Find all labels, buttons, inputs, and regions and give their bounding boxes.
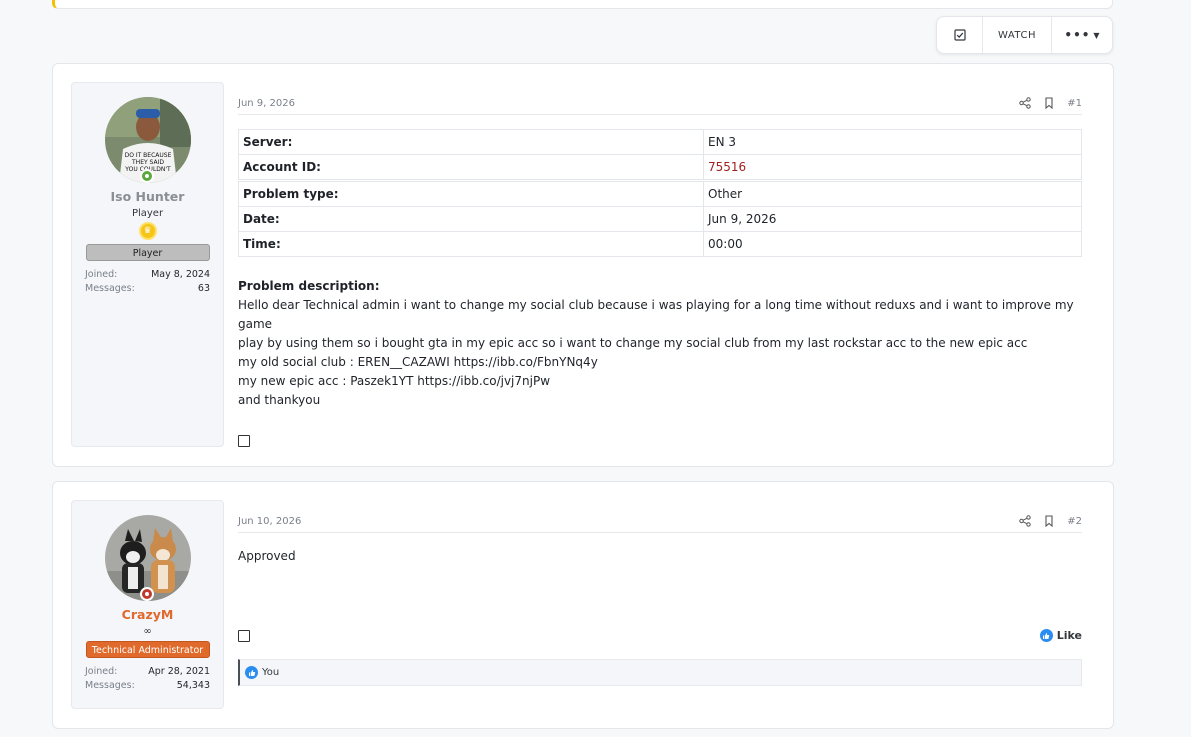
table-row: Problem type: Other [238,179,1082,207]
user-title: ∞ [143,626,152,637]
post-message: Approved [238,549,296,563]
svg-text:THEY SAID: THEY SAID [131,159,164,166]
thread-actions-bar: WATCH ••• ▼ [936,16,1113,54]
more-dots-icon: ••• [1064,28,1091,42]
joined-label: Joined: [85,666,118,677]
share-icon[interactable] [1019,515,1031,527]
username[interactable]: Iso Hunter [72,189,223,204]
share-icon[interactable] [1019,97,1031,109]
table-row: Time: 00:00 [238,231,1082,257]
table-value: Jun 9, 2026 [703,206,1082,232]
user-stats: Joined: Apr 28, 2021 Messages: 54,343 [85,666,210,691]
description-line: Hello dear Technical admin i want to cha… [238,298,1074,331]
bookmark-icon[interactable] [1043,515,1055,527]
username[interactable]: CrazyM [72,607,223,622]
table-value: EN 3 [703,129,1082,155]
like-button[interactable]: Like [1039,629,1082,642]
post-date[interactable]: Jun 10, 2026 [238,516,301,527]
messages-value[interactable]: 63 [198,283,210,294]
ticket-info-table: Server: EN 3 Account ID: 75516 Problem t… [238,129,1082,257]
post-footer: Like [238,629,1082,642]
joined-label: Joined: [85,269,118,280]
reactions-bar[interactable]: You [238,659,1082,686]
select-thread-button[interactable] [937,17,983,53]
description-title: Problem description: [238,279,380,293]
post-2: CrazyM ∞ Technical Administrator Joined:… [52,481,1114,729]
online-status-icon [139,169,154,183]
post-header: Jun 10, 2026 #2 [238,510,1082,533]
messages-value[interactable]: 54,343 [177,680,210,691]
user-card: CrazyM ∞ Technical Administrator Joined:… [71,500,224,709]
post-1: DO IT BECAUSE THEY SAID YOU COULDN'T Iso… [52,63,1114,467]
watch-button[interactable]: WATCH [983,17,1052,53]
table-value: 75516 [703,154,1082,181]
post-footer [238,432,1082,451]
thumbs-up-icon [1039,629,1053,642]
table-row: Account ID: 75516 [238,154,1082,181]
table-value: Other [703,179,1082,207]
joined-value: May 8, 2024 [151,269,210,280]
svg-text:DO IT BECAUSE: DO IT BECAUSE [124,152,171,159]
user-stats: Joined: May 8, 2024 Messages: 63 [85,269,210,294]
user-banner: Player [85,244,210,261]
post-header: Jun 9, 2026 #1 [238,92,1082,115]
user-title: Player [131,208,164,219]
user-banner: Technical Administrator [85,641,210,658]
description-line: play by using them so i bought gta in my… [238,336,1028,350]
post-body: Jun 10, 2026 #2 Approved Like You [238,510,1082,686]
table-row: Server: EN 3 [238,129,1082,155]
post-date[interactable]: Jun 9, 2026 [238,98,295,109]
description-line: and thankyou [238,393,321,407]
select-post-checkbox[interactable] [238,629,250,642]
joined-value: Apr 28, 2021 [148,666,210,677]
chevron-down-icon: ▼ [1093,30,1100,40]
problem-description: Problem description: Hello dear Technica… [238,277,1082,410]
watch-label: WATCH [998,29,1036,41]
post-body: Jun 9, 2026 #1 Server: EN 3 Account ID: … [238,92,1082,451]
table-row: Date: Jun 9, 2026 [238,206,1082,232]
table-key: Server: [238,129,704,155]
messages-label: Messages: [85,283,135,294]
select-post-checkbox[interactable] [238,435,250,447]
top-notice-strip [52,0,1113,9]
post-number[interactable]: #1 [1067,98,1082,109]
more-options-button[interactable]: ••• ▼ [1052,17,1112,53]
table-value: 00:00 [703,231,1082,257]
table-key: Date: [238,206,704,232]
table-key: Account ID: [238,154,704,181]
reactions-text: You [262,667,280,678]
user-card: DO IT BECAUSE THEY SAID YOU COULDN'T Iso… [71,82,224,447]
post-number[interactable]: #2 [1067,516,1082,527]
like-label: Like [1056,629,1082,642]
description-line: my new epic acc : Paszek1YT https://ibb.… [238,374,551,388]
checkbox-icon [953,29,966,41]
thumbs-up-icon [245,666,258,679]
messages-label: Messages: [85,680,135,691]
medal-icon: ♛ [138,222,157,240]
table-key: Time: [238,231,704,257]
description-line: my old social club : EREN__CAZAWI https:… [238,355,598,369]
bookmark-icon[interactable] [1043,97,1055,109]
status-icon [139,587,154,601]
table-key: Problem type: [238,179,704,207]
